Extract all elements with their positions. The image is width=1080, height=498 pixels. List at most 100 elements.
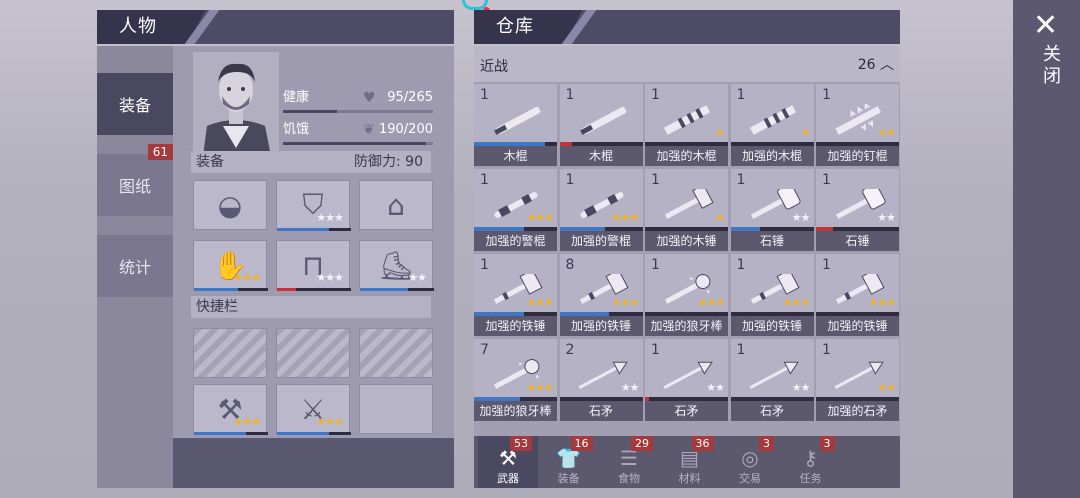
item-cell[interactable]: 7 ★★★ 加强的狼牙棒 (474, 339, 557, 421)
item-name: 加强的狼牙棒 (645, 316, 728, 336)
star-rating: ★★ (620, 381, 640, 394)
star-rating: ★★★ (868, 296, 896, 309)
star-rating: ★★ (408, 271, 427, 284)
quickbar-slot[interactable] (276, 328, 350, 378)
category-tab[interactable]: ⚒ 武器 53 (478, 436, 538, 488)
item-cell[interactable]: 1 ★★★ 加强的警棍 (559, 169, 643, 251)
star-rating: ★★ (706, 381, 725, 394)
category-tab-label: 食物 (618, 472, 640, 485)
item-cell[interactable]: 1 ★★★ 加强的狼牙棒 (645, 254, 728, 336)
item-count: 1 (822, 87, 831, 103)
storage-panel: 近战 26 ︿ 1 木棍 1 木棍 1 ★ 加强的木棍 1 ★ 加强的木棍 1 ★★ 加强的钉棍 1 ★★★… (474, 46, 900, 436)
character-header: 人物 (97, 10, 454, 44)
star-rating: ★★★ (782, 296, 811, 309)
hunger-bar (283, 142, 433, 145)
quickbar-slot[interactable] (193, 328, 267, 378)
equipment-slot[interactable]: ⛸ ★★ (359, 240, 434, 291)
jacket-icon: ⌂ (387, 188, 405, 222)
blueprint-badge: 61 (147, 144, 173, 160)
item-cell[interactable]: 1 ★★ 加强的钉棍 (816, 84, 899, 166)
item-cell[interactable]: 1 木棍 (559, 84, 643, 166)
category-tab[interactable]: 👕 装备 16 (539, 436, 599, 488)
star-rating: ★★★ (316, 271, 344, 284)
item-name: 加强的铁锤 (559, 316, 643, 336)
equipment-slot[interactable]: ⌂ (359, 180, 433, 230)
close-icon[interactable]: ✕ (1033, 8, 1058, 43)
durability-bar (194, 288, 268, 291)
item-name: 加强的狼牙棒 (474, 401, 557, 421)
quickbar-slot[interactable] (359, 384, 433, 434)
category-tab-label: 材料 (678, 472, 701, 485)
quickbar-slot[interactable]: ⚒ ★★★ (193, 384, 268, 435)
item-name: 石锤 (730, 231, 814, 251)
health-value: 95/265 (387, 90, 433, 105)
item-cell[interactable]: 1 ★★★ 加强的铁锤 (816, 254, 899, 336)
category-tab[interactable]: ◎ 交易 3 (720, 436, 780, 488)
stick-icon (574, 104, 630, 136)
item-cell[interactable]: 1 ★★ 石锤 (816, 169, 899, 251)
category-bar[interactable]: 近战 26 ︿ (474, 46, 900, 82)
star-rating: ★★★ (316, 211, 344, 224)
character-tabs: 装备 图纸 61 统计 (97, 46, 173, 488)
category-tab[interactable]: ▤ 材料 36 (660, 436, 720, 488)
close-panel[interactable]: ✕ 关闭 (1013, 0, 1080, 498)
tab-blueprints[interactable]: 图纸 61 (97, 144, 173, 216)
item-name: 石矛 (559, 401, 643, 421)
reinforced-stick-icon (745, 104, 801, 136)
equipment-slot[interactable]: ⊓ ★★★ (276, 240, 351, 291)
item-name: 加强的警棍 (559, 231, 643, 251)
star-rating: ★★ (791, 381, 811, 394)
chevron-up-icon[interactable]: ︿ (880, 57, 894, 73)
item-cell[interactable]: 1 ★★★ 加强的铁锤 (474, 254, 557, 336)
equipment-slot[interactable]: ⛉ ★★★ (276, 180, 351, 231)
item-name: 加强的石矛 (816, 401, 899, 421)
quickbar-section: 快捷栏 (191, 296, 431, 318)
item-name: 加强的木锤 (645, 231, 728, 251)
item-cell[interactable]: 1 ★★ 石矛 (730, 339, 814, 421)
helmet-icon: ◒ (217, 188, 243, 222)
star-rating: ★★ (877, 381, 896, 394)
star-rating: ★★ (791, 211, 811, 224)
category-badge: 3 (819, 436, 835, 451)
category-tab[interactable]: ⚷ 任务 3 (781, 436, 841, 488)
category-tab[interactable]: ☰ 食物 29 (599, 436, 659, 488)
item-cell[interactable]: 1 ★★★ 加强的警棍 (474, 169, 557, 251)
item-cell[interactable]: 1 ★★ 石锤 (730, 169, 814, 251)
quickbar-slot[interactable] (359, 328, 433, 378)
item-count: 2 (565, 342, 575, 358)
category-tab-label: 交易 (739, 472, 761, 485)
stomach-icon: ❦ (363, 122, 375, 138)
star-rating: ★★★ (526, 381, 554, 394)
star-rating: ★★★ (611, 211, 640, 224)
item-cell[interactable]: 2 ★★ 石矛 (559, 339, 643, 421)
category-badge: 36 (691, 436, 714, 451)
character-footer (173, 438, 454, 488)
hunger-value: 190/200 (378, 122, 433, 137)
item-name: 加强的警棍 (474, 231, 557, 251)
item-cell[interactable]: 8 ★★★ 加强的铁锤 (559, 254, 643, 336)
item-cell[interactable]: 1 木棍 (474, 84, 557, 166)
item-name: 加强的钉棍 (816, 146, 899, 166)
durability-bar (277, 228, 351, 231)
item-cell[interactable]: 1 ★ 加强的木棍 (730, 84, 814, 166)
item-cell[interactable]: 1 ★★ 石矛 (645, 339, 728, 421)
equipment-slot[interactable]: ◒ (193, 180, 267, 230)
quickbar-slot[interactable]: ⚔ ★★★ (276, 384, 351, 435)
item-count: 1 (651, 257, 660, 273)
tab-label: 装备 (118, 96, 151, 115)
category-tab-label: 装备 (557, 472, 580, 485)
tab-stats[interactable]: 统计 (97, 235, 173, 297)
item-cell[interactable]: 1 ★ 加强的木锤 (645, 169, 728, 251)
tab-equipment[interactable]: 装备 (97, 73, 173, 135)
category-badge: 3 (759, 436, 774, 451)
item-count: 1 (480, 87, 489, 103)
item-cell[interactable]: 1 ★ 加强的木棍 (645, 84, 728, 166)
equipment-slot[interactable]: ✋ ★★★ (193, 240, 268, 291)
item-cell[interactable]: 1 ★★ 加强的石矛 (816, 339, 899, 421)
close-label[interactable]: 关闭 (1037, 44, 1063, 88)
star-rating: ★★★ (611, 296, 640, 309)
item-cell[interactable]: 1 ★★★ 加强的铁锤 (730, 254, 814, 336)
star-rating: ★★★ (526, 296, 554, 309)
item-name: 加强的木棍 (645, 146, 728, 166)
equipment-section: 装备 防御力: 90 (191, 151, 431, 173)
